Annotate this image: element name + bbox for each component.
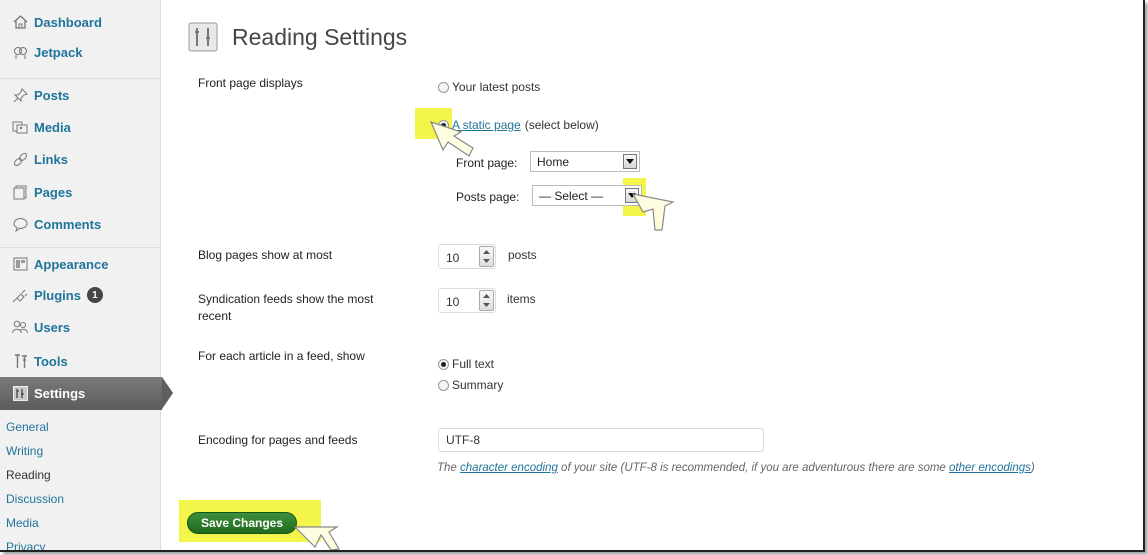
sidebar-item-dashboard[interactable]: Dashboard <box>0 7 160 37</box>
radio-latest-posts[interactable]: Your latest posts <box>438 80 540 94</box>
submenu-item-reading[interactable]: Reading <box>0 463 160 487</box>
number-stepper[interactable] <box>479 246 494 267</box>
submenu-item-writing[interactable]: Writing <box>0 439 160 463</box>
main-content: Reading Settings Front page displays You… <box>160 0 1143 550</box>
blog-pages-number-input[interactable]: 10 <box>438 244 496 269</box>
radio-label-suffix: (select below) <box>524 118 599 132</box>
sidebar-item-users[interactable]: Users <box>0 311 160 343</box>
speech-bubble-icon <box>12 216 28 232</box>
sidebar-item-label: Pages <box>34 184 73 200</box>
radio-button[interactable] <box>438 358 449 370</box>
desc-text: The <box>437 462 457 474</box>
posts-page-select[interactable]: — Select — <box>532 185 642 206</box>
sidebar-item-media[interactable]: Media <box>0 111 160 143</box>
chevron-down-icon[interactable] <box>623 154 637 169</box>
front-page-displays-label: Front page displays <box>198 76 303 90</box>
character-encoding-link[interactable]: character encoding <box>460 462 558 474</box>
encoding-label: Encoding for pages and feeds <box>198 433 358 447</box>
posts-page-select-label: Posts page: <box>456 190 520 204</box>
sidebar-item-label: Links <box>34 151 68 167</box>
settings-submenu: General Writing Reading Discussion Media… <box>0 415 160 550</box>
blog-pages-suffix: posts <box>508 248 537 262</box>
pages-icon <box>12 184 28 200</box>
radio-button[interactable] <box>438 81 449 93</box>
sidebar-item-comments[interactable]: Comments <box>0 208 160 240</box>
appearance-icon <box>12 256 28 272</box>
sidebar-item-jetpack[interactable]: Jetpack <box>0 37 160 67</box>
input-value: 10 <box>446 295 460 309</box>
syndication-label: Syndication feeds show the most recent <box>198 291 373 325</box>
wp-admin-window: Dashboard Jetpack Posts Media Links Page… <box>0 0 1145 552</box>
sidebar-item-links[interactable]: Links <box>0 143 160 175</box>
plugins-update-badge: 1 <box>86 287 103 303</box>
submenu-item-media[interactable]: Media <box>0 511 160 535</box>
settings-icon <box>12 386 28 402</box>
admin-sidebar: Dashboard Jetpack Posts Media Links Page… <box>0 0 173 550</box>
number-stepper[interactable] <box>479 290 494 311</box>
sidebar-item-label: Settings <box>34 386 86 401</box>
syndication-number-input[interactable]: 10 <box>438 288 496 313</box>
sidebar-item-label: Jetpack <box>34 44 83 60</box>
submenu-item-discussion[interactable]: Discussion <box>0 487 160 511</box>
callout-arrow-icon <box>631 193 675 231</box>
house-icon <box>12 14 28 30</box>
pushpin-icon <box>12 87 28 103</box>
front-page-select[interactable]: Home <box>530 151 640 172</box>
sidebar-item-label: Posts <box>34 87 70 103</box>
stepper-down-icon[interactable] <box>480 300 493 309</box>
encoding-description: The character encoding of your site (UTF… <box>437 462 1035 474</box>
stepper-up-icon[interactable] <box>480 247 493 256</box>
input-value: UTF-8 <box>446 433 480 447</box>
media-icon <box>12 119 28 135</box>
radio-full-text[interactable]: Full text <box>438 357 494 371</box>
sidebar-item-label: Media <box>34 119 71 135</box>
sidebar-item-pages[interactable]: Pages <box>0 176 160 208</box>
plug-icon <box>12 287 28 303</box>
callout-arrow-icon <box>429 121 474 157</box>
sidebar-item-label: Dashboard <box>34 14 102 30</box>
other-encodings-link[interactable]: other encodings <box>949 462 1031 474</box>
radio-button[interactable] <box>438 379 449 391</box>
sidebar-item-tools[interactable]: Tools <box>0 345 160 377</box>
label-line: Syndication feeds show the most <box>198 292 374 306</box>
settings-page-icon <box>188 22 218 57</box>
stepper-up-icon[interactable] <box>480 291 493 300</box>
radio-label: Full text <box>452 357 495 371</box>
page-title: Reading Settings <box>232 24 408 50</box>
syndication-suffix: items <box>507 292 536 306</box>
save-changes-button[interactable]: Save Changes <box>187 512 297 534</box>
sidebar-item-posts[interactable]: Posts <box>0 78 160 111</box>
submenu-item-general[interactable]: General <box>0 415 160 439</box>
sidebar-item-settings[interactable]: Settings <box>0 377 173 410</box>
users-icon <box>12 319 28 335</box>
desc-text: of your site (UTF-8 is recommended, if y… <box>561 462 946 474</box>
sidebar-item-appearance[interactable]: Appearance <box>0 247 160 280</box>
sidebar-item-label: Appearance <box>34 256 109 272</box>
desc-text: ) <box>1030 462 1035 474</box>
select-value: Home <box>537 154 570 169</box>
sidebar-item-label: Tools <box>34 353 68 369</box>
radio-summary[interactable]: Summary <box>438 378 503 392</box>
sidebar-item-label: Plugins <box>34 287 81 303</box>
blog-pages-label: Blog pages show at most <box>198 248 333 262</box>
submenu-item-privacy[interactable]: Privacy <box>0 535 160 550</box>
stepper-down-icon[interactable] <box>480 256 493 265</box>
select-value: — Select — <box>539 188 604 203</box>
feed-article-label: For each article in a feed, show <box>198 349 365 363</box>
sidebar-item-label: Users <box>34 319 71 335</box>
encoding-input[interactable]: UTF-8 <box>438 428 764 452</box>
label-line: recent <box>198 309 232 323</box>
chain-link-icon <box>12 151 28 167</box>
jetpack-icon <box>12 44 28 60</box>
sidebar-item-label: Comments <box>34 216 102 232</box>
radio-label: Summary <box>452 378 504 392</box>
callout-arrow-icon <box>293 526 340 550</box>
radio-label: Your latest posts <box>452 80 541 94</box>
tools-icon <box>12 353 28 369</box>
sidebar-item-plugins[interactable]: Plugins 1 <box>0 279 160 311</box>
input-value: 10 <box>446 251 460 265</box>
front-page-select-label: Front page: <box>456 156 518 170</box>
